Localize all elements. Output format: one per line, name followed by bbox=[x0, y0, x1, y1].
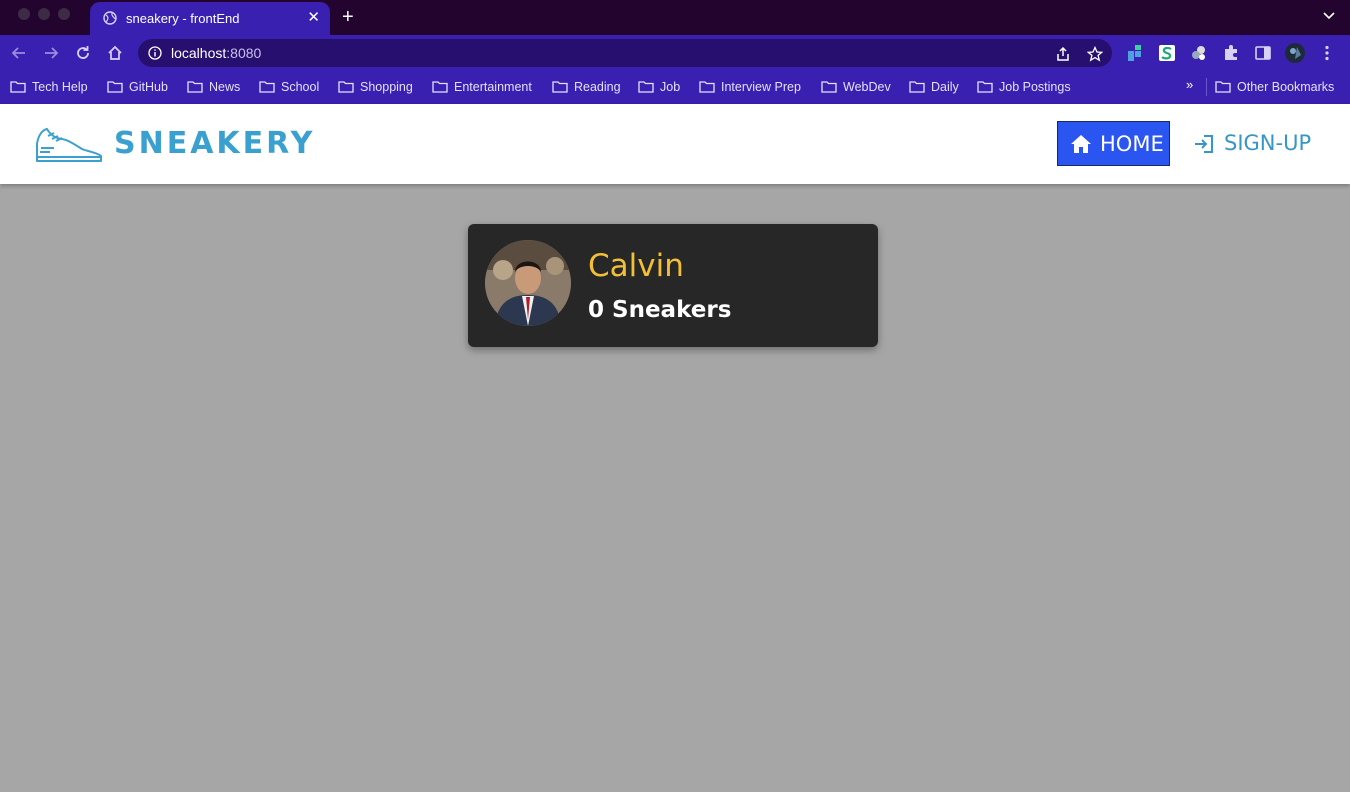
forward-arrow-icon[interactable] bbox=[42, 44, 60, 62]
bookmark-label: Shopping bbox=[360, 80, 413, 94]
bookmark-folder[interactable]: Reading bbox=[552, 78, 621, 96]
bookmark-folder[interactable]: Shopping bbox=[338, 78, 413, 96]
bookmark-folder[interactable]: GitHub bbox=[107, 78, 168, 96]
bookmark-folder[interactable]: School bbox=[259, 78, 319, 96]
bookmark-label: Daily bbox=[931, 80, 959, 94]
reload-icon[interactable] bbox=[74, 44, 92, 62]
folder-icon bbox=[187, 81, 203, 93]
bookmark-label: Tech Help bbox=[32, 80, 88, 94]
user-name: Calvin bbox=[588, 248, 684, 284]
folder-icon bbox=[821, 81, 837, 93]
url-text: localhost:8080 bbox=[171, 45, 261, 61]
avatar-photo bbox=[485, 240, 571, 326]
signup-nav-button[interactable]: SIGN-UP bbox=[1190, 121, 1320, 166]
tab-search-chevron-icon[interactable] bbox=[1322, 9, 1336, 23]
extensions-puzzle-icon[interactable] bbox=[1222, 44, 1240, 62]
bookmark-label: Other Bookmarks bbox=[1237, 80, 1335, 94]
folder-icon bbox=[338, 81, 354, 93]
login-arrow-icon bbox=[1195, 135, 1213, 153]
home-label: HOME bbox=[1100, 132, 1164, 156]
app-header: SNEAKERY HOME SIGN-UP bbox=[0, 104, 1350, 184]
home-icon[interactable] bbox=[106, 44, 124, 62]
folder-icon bbox=[432, 81, 448, 93]
bookmark-label: Reading bbox=[574, 80, 621, 94]
bookmark-label: School bbox=[281, 80, 320, 94]
bookmark-folder[interactable]: Interview Prep bbox=[699, 78, 801, 96]
side-panel-icon[interactable] bbox=[1254, 44, 1272, 62]
sneaker-logo-icon[interactable] bbox=[34, 126, 104, 166]
extension-apps-icon[interactable] bbox=[1126, 44, 1144, 62]
folder-icon bbox=[1215, 81, 1231, 93]
folder-icon bbox=[977, 81, 993, 93]
extension-s-icon[interactable] bbox=[1158, 44, 1176, 62]
browser-tab[interactable]: sneakery - frontEnd ✕ bbox=[90, 2, 330, 35]
back-arrow-icon[interactable] bbox=[10, 44, 28, 62]
bookmark-label: Entertainment bbox=[454, 80, 532, 94]
folder-icon bbox=[909, 81, 925, 93]
bookmark-folder[interactable]: WebDev bbox=[821, 78, 891, 96]
folder-icon bbox=[552, 81, 568, 93]
bookmark-label: WebDev bbox=[843, 80, 891, 94]
bookmark-label: News bbox=[209, 80, 241, 94]
browser-tab-strip: sneakery - frontEnd ✕ + bbox=[0, 0, 1350, 35]
bookmark-label: Job Postings bbox=[999, 80, 1071, 94]
signup-label: SIGN-UP bbox=[1224, 131, 1312, 155]
bookmark-folder[interactable]: Entertainment bbox=[432, 78, 532, 96]
bookmark-star-icon[interactable] bbox=[1087, 46, 1103, 62]
share-icon[interactable] bbox=[1055, 46, 1071, 62]
bookmark-folder[interactable]: Tech Help bbox=[10, 78, 88, 96]
site-info-icon[interactable] bbox=[148, 46, 162, 60]
extension-figure-icon[interactable] bbox=[1190, 44, 1208, 62]
folder-icon bbox=[699, 81, 715, 93]
bookmark-folder[interactable]: Daily bbox=[909, 78, 959, 96]
address-bar[interactable]: localhost:8080 bbox=[138, 39, 1112, 67]
profile-avatar-icon[interactable] bbox=[1285, 43, 1305, 63]
logo-wordmark[interactable]: SNEAKERY bbox=[114, 126, 315, 161]
new-tab-button[interactable]: + bbox=[342, 6, 354, 28]
tab-close-icon[interactable]: ✕ bbox=[307, 8, 320, 28]
user-card[interactable]: Calvin 0 Sneakers bbox=[468, 224, 878, 347]
globe-icon bbox=[103, 11, 117, 25]
folder-icon bbox=[10, 81, 26, 93]
bookmark-folder[interactable]: Job bbox=[638, 78, 680, 96]
bookmark-label: Interview Prep bbox=[721, 80, 801, 94]
folder-icon bbox=[259, 81, 275, 93]
avatar bbox=[485, 240, 571, 326]
bookmark-label: Job bbox=[660, 80, 681, 94]
window-maximize-dot[interactable] bbox=[58, 8, 70, 20]
bookmark-folder[interactable]: Job Postings bbox=[977, 78, 1071, 96]
home-nav-button[interactable]: HOME bbox=[1057, 121, 1170, 166]
bookmarks-bar: Tech Help GitHub News School Shopping En… bbox=[0, 70, 1350, 104]
window-minimize-dot[interactable] bbox=[38, 8, 50, 20]
url-port: :8080 bbox=[226, 45, 262, 61]
bookmark-label: GitHub bbox=[129, 80, 168, 94]
bookmark-folder[interactable]: News bbox=[187, 78, 240, 96]
url-host: localhost bbox=[171, 45, 227, 61]
folder-icon bbox=[107, 81, 123, 93]
house-icon bbox=[1071, 135, 1091, 153]
folder-icon bbox=[638, 81, 654, 93]
sneaker-count: 0 Sneakers bbox=[588, 297, 732, 323]
browser-menu-icon[interactable] bbox=[1318, 44, 1336, 62]
bookmarks-divider bbox=[1206, 78, 1207, 96]
more-bookmarks-chevron[interactable]: » bbox=[1186, 77, 1193, 92]
browser-toolbar: localhost:8080 bbox=[0, 35, 1350, 70]
other-bookmarks-folder[interactable]: Other Bookmarks bbox=[1215, 78, 1334, 96]
window-close-dot[interactable] bbox=[18, 8, 30, 20]
tab-title: sneakery - frontEnd bbox=[126, 11, 240, 26]
